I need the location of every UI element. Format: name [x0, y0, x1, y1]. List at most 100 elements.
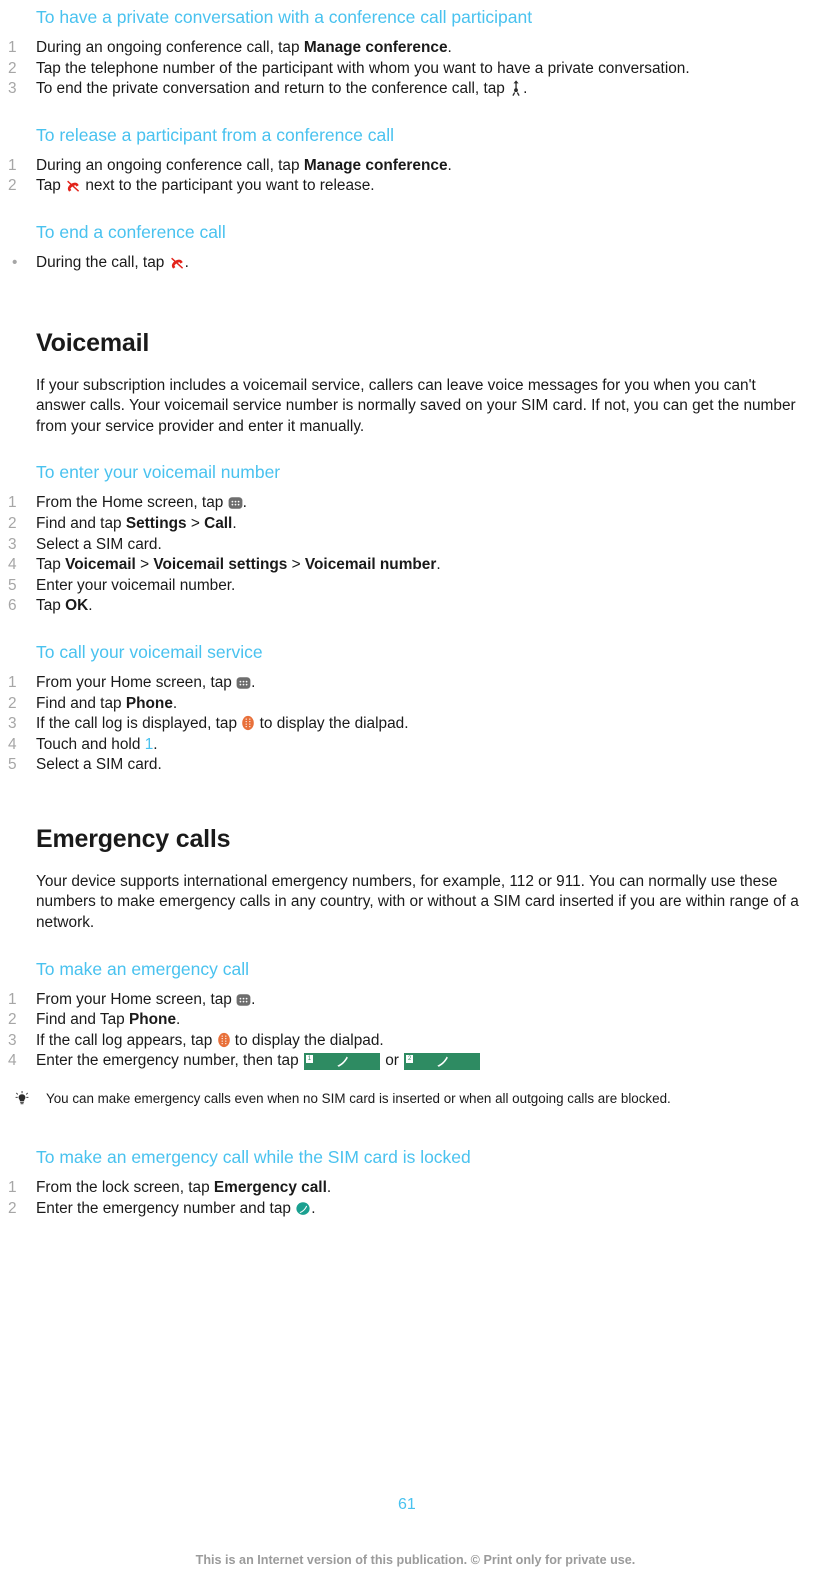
section-heading-end-conference: To end a conference call — [36, 221, 226, 242]
list-item: 3 To end the private conversation and ret… — [0, 79, 819, 100]
steps-make-emergency-call: 1 From your Home screen, tap . 2 Find and … — [0, 990, 819, 1072]
step-text-tail: . — [153, 735, 158, 753]
teal-call-icon — [295, 1201, 311, 1216]
step-text-tail: . — [447, 156, 452, 174]
phone-handset-icon — [336, 1056, 349, 1068]
list-item: 1 From your Home screen, tap . — [0, 990, 819, 1011]
step-text: Select a SIM card. — [36, 756, 162, 774]
list-item: 3 Select a SIM card. — [0, 535, 819, 556]
step-text: Touch and hold — [36, 735, 145, 753]
dialpad-icon — [217, 1032, 231, 1048]
step-bold-1: Voicemail — [65, 556, 136, 574]
step-text: Find and Tap — [36, 1011, 129, 1029]
step-bold-2: Voicemail settings — [153, 556, 288, 574]
step-number: 1 — [8, 156, 17, 174]
step-text-tail: . — [172, 694, 178, 712]
step-text: During the call, tap — [36, 253, 169, 271]
call-sim2-button[interactable]: 2 — [404, 1053, 481, 1071]
list-item: 1 During an ongoing conference call, tap … — [0, 156, 819, 177]
step-number: 2 — [8, 514, 17, 532]
step-text-tail: . — [447, 39, 452, 56]
step-number: 2 — [8, 1199, 17, 1217]
list-item: 1 From your Home screen, tap . — [0, 673, 819, 694]
end-call-icon — [169, 256, 185, 270]
step-text-tail: . — [232, 514, 237, 532]
step-bold-1: Settings — [125, 514, 187, 532]
step-text: To end the private conversation and retu… — [36, 80, 510, 98]
step-number: 3 — [8, 535, 17, 553]
step-number: 4 — [8, 1052, 17, 1070]
step-text-tail: . — [251, 990, 256, 1008]
step-number: 4 — [8, 556, 17, 574]
footer-copyright-note: This is an Internet version of this publ… — [195, 1553, 636, 1567]
step-text-tail: . — [88, 597, 93, 615]
step-bold: Manage conference — [303, 39, 448, 56]
step-bold-3: Voicemail number — [304, 556, 437, 574]
step-number: 5 — [8, 576, 17, 594]
step-text-tail: . — [184, 253, 189, 271]
sim-1-badge: 1 — [305, 1055, 313, 1064]
steps-private-conversation: 1 During an ongoing conference call, tap … — [0, 38, 819, 100]
list-item: 1 From the Home screen, tap . — [0, 493, 819, 514]
step-text-tail: . — [311, 1199, 316, 1217]
step-text: Enter your voicemail number. — [36, 576, 236, 594]
step-text-tail: to display the dialpad. — [230, 1031, 384, 1049]
step-bold-1: Emergency call — [213, 1179, 327, 1197]
list-item: 1 From the lock screen, tap Emergency cal… — [0, 1178, 819, 1199]
chapter-title-voicemail: Voicemail — [36, 328, 150, 357]
list-item: 5 Enter your voicemail number. — [0, 576, 819, 597]
step-number: 1 — [8, 990, 17, 1008]
manual-page: To have a private conversation with a co… — [0, 0, 831, 1590]
list-item: 3 If the call log appears, tap to display… — [0, 1031, 819, 1052]
sim-2-badge: 2 — [406, 1055, 414, 1064]
phone-handset-icon — [436, 1056, 449, 1068]
page-number: 61 — [398, 1496, 416, 1513]
step-text-tail: . — [251, 673, 256, 691]
list-item: 4 Tap Voicemail > Voicemail settings > Vo… — [0, 555, 819, 576]
step-text: Select a SIM card. — [36, 535, 162, 553]
call-sim1-button[interactable]: 1 — [303, 1053, 380, 1071]
step-number: 2 — [8, 177, 17, 195]
list-item: 2 Tap the telephone number of the partici… — [0, 59, 819, 80]
dialpad-key-reference: 1 — [144, 735, 154, 753]
end-call-icon — [65, 179, 81, 193]
tip-text: You can make emergency calls even when n… — [46, 1091, 671, 1107]
step-number: 3 — [8, 80, 17, 98]
app-drawer-icon — [236, 676, 251, 690]
step-separator-2: > — [287, 556, 305, 574]
section-heading-make-emergency-call: To make an emergency call — [36, 958, 250, 979]
step-text: From the lock screen, tap — [36, 1179, 214, 1197]
step-number: 4 — [8, 735, 17, 753]
step-text: Tap — [36, 597, 66, 615]
tip-note: You can make emergency calls even when n… — [0, 1090, 819, 1108]
list-item: 2 Find and Tap Phone. — [0, 1010, 819, 1031]
step-number: 2 — [8, 694, 17, 712]
step-text: Tap — [36, 177, 66, 195]
section-heading-emergency-call-sim-locked: To make an emergency call while the SIM … — [36, 1147, 471, 1168]
step-text: Tap the telephone number of the particip… — [36, 59, 690, 77]
step-text: From your Home screen, tap — [36, 990, 237, 1008]
section-heading-private-conversation: To have a private conversation with a co… — [36, 7, 533, 27]
steps-enter-voicemail-number: 1 From the Home screen, tap . 2 Find and t… — [0, 493, 819, 617]
step-text-tail: . — [326, 1179, 332, 1197]
step-text-tail: . — [176, 1011, 181, 1029]
step-text-tail: . — [436, 556, 441, 574]
step-text-tail: to display the dialpad. — [255, 715, 409, 733]
step-number: 1 — [8, 39, 17, 56]
step-text-tail: . — [523, 80, 528, 98]
steps-release-participant: 1 During an ongoing conference call, tap … — [0, 156, 819, 197]
